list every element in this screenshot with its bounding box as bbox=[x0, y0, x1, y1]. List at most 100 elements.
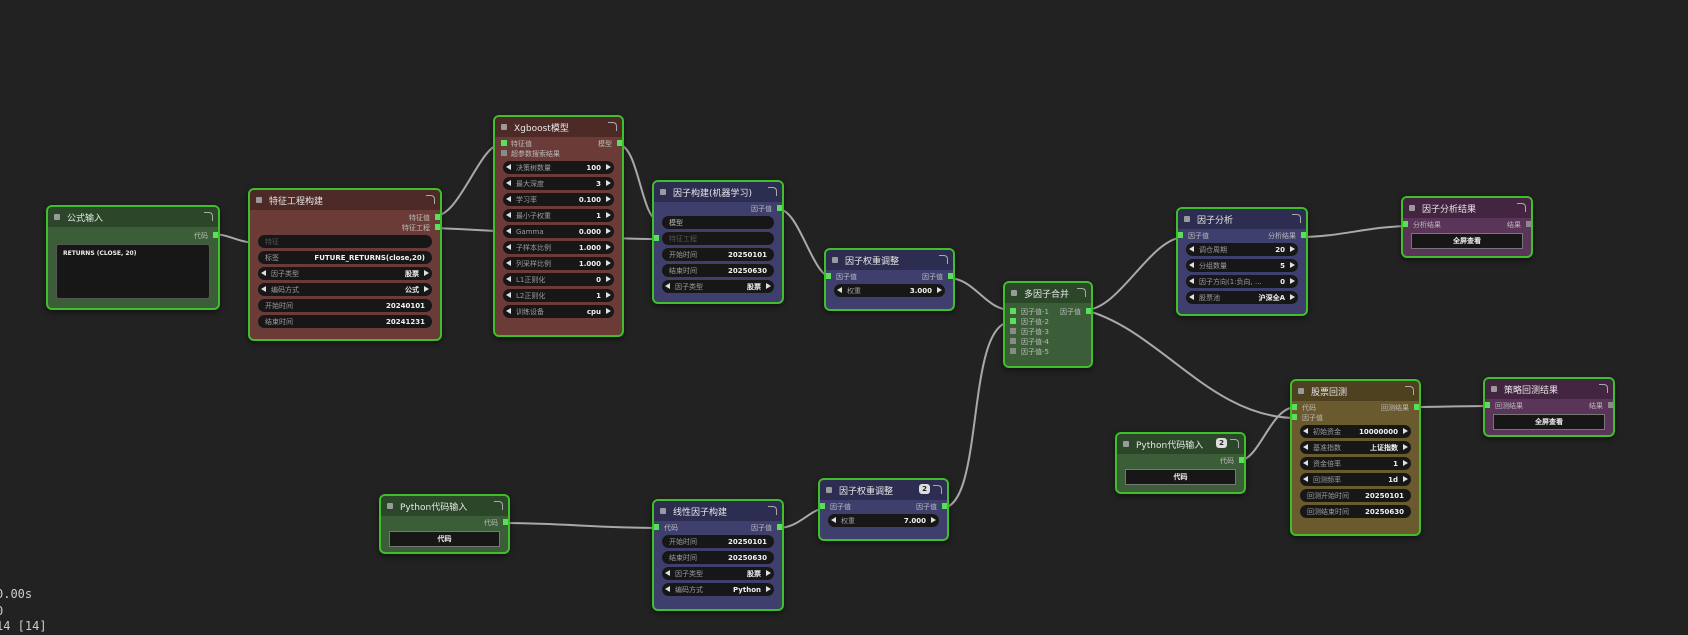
encoding-combo[interactable]: 编码方式 Python bbox=[662, 583, 774, 596]
node-title-bar[interactable]: 因子权重调整 2 bbox=[820, 480, 947, 500]
learning-rate-stepper[interactable]: 学习率 0.100 bbox=[503, 193, 614, 206]
backtest-end-field[interactable]: 回测结束时间 20250630 bbox=[1300, 505, 1411, 518]
slot-dot-icon[interactable] bbox=[501, 150, 507, 156]
rebalance-period-stepper[interactable]: 调仓周期 20 bbox=[1186, 243, 1298, 256]
node-title-bar[interactable]: Python代码输入 2 bbox=[1117, 434, 1244, 454]
node-title-bar[interactable]: 多因子合并 bbox=[1005, 283, 1091, 303]
factor-weight-node-1[interactable]: 因子权重调整 因子值 因子值 权重 3.000 bbox=[824, 248, 955, 311]
resize-corner-icon[interactable] bbox=[768, 187, 777, 196]
node-title-bar[interactable]: 线性因子构建 bbox=[654, 501, 782, 521]
label-field[interactable]: 标签 FUTURE_RETURNS(close,20) bbox=[258, 251, 432, 264]
factor-type-combo[interactable]: 因子类型 股票 bbox=[662, 280, 774, 293]
fullscreen-button[interactable]: 全屏查看 bbox=[1493, 414, 1605, 430]
factor-type-combo[interactable]: 因子类型 股票 bbox=[662, 567, 774, 580]
output-slot-feature-eng[interactable]: 特征工程 bbox=[258, 222, 440, 232]
linear-factor-node[interactable]: 线性因子构建 代码 因子值 开始时间 20250101 结束时间 20250630 因… bbox=[652, 499, 784, 611]
factor-type-combo[interactable]: 因子类型 股票 bbox=[258, 267, 432, 280]
slot-dot-icon[interactable] bbox=[1010, 308, 1016, 314]
ml-factor-node[interactable]: 因子构建(机器学习) 因子值 模型 特征工程 开始时间 20250101 结束时间… bbox=[652, 180, 784, 304]
node-title-bar[interactable]: 因子分析 bbox=[1178, 209, 1306, 229]
node-title-bar[interactable]: Python代码输入 bbox=[381, 496, 508, 516]
resize-corner-icon[interactable] bbox=[494, 501, 503, 510]
collapse-dot-icon[interactable] bbox=[387, 503, 393, 509]
io-slot-row[interactable]: 因子值 分析结果 bbox=[1178, 230, 1306, 240]
output-slot-factor[interactable]: 因子值 bbox=[662, 203, 782, 213]
node-title-bar[interactable]: 策略回测结果 bbox=[1485, 379, 1613, 399]
code-edit-button[interactable]: 代码 bbox=[1125, 469, 1236, 485]
l2-reg-stepper[interactable]: L2正则化 1 bbox=[503, 289, 614, 302]
fullscreen-button[interactable]: 全屏查看 bbox=[1411, 233, 1523, 249]
io-slot-row[interactable]: 代码 因子值 bbox=[654, 522, 782, 532]
input-slot-factor-3[interactable]: 因子值-3 bbox=[1010, 326, 1083, 336]
factor-direction-stepper[interactable]: 因子方向(1:负向, ... 0 bbox=[1186, 275, 1298, 288]
formula-input-node[interactable]: 公式输入 代码 RETURNS (CLOSE, 20) bbox=[46, 205, 220, 310]
input-slot-factor-5[interactable]: 因子值-5 bbox=[1010, 346, 1083, 356]
resize-corner-icon[interactable] bbox=[933, 485, 942, 494]
end-date-field[interactable]: 结束时间 20250630 bbox=[662, 264, 774, 277]
slot-dot-icon[interactable] bbox=[1086, 308, 1091, 314]
python-code-input-node-2[interactable]: Python代码输入 2 代码 代码 bbox=[1115, 432, 1246, 494]
io-slot-row[interactable]: 代码 回测结果 bbox=[1292, 402, 1419, 412]
slot-dot-icon[interactable] bbox=[1526, 221, 1531, 227]
slot-dot-icon[interactable] bbox=[435, 214, 440, 220]
slot-dot-icon[interactable] bbox=[942, 503, 947, 509]
max-depth-stepper[interactable]: 最大深度 3 bbox=[503, 177, 614, 190]
resize-corner-icon[interactable] bbox=[608, 122, 617, 131]
input-slot-factor-4[interactable]: 因子值-4 bbox=[1010, 336, 1083, 346]
start-date-field[interactable]: 开始时间 20250101 bbox=[662, 535, 774, 548]
node-title-bar[interactable]: 股票回测 bbox=[1292, 381, 1419, 401]
resize-corner-icon[interactable] bbox=[1077, 288, 1086, 297]
slot-dot-icon[interactable] bbox=[1292, 414, 1297, 420]
output-slot-feature-value[interactable]: 特征值 bbox=[258, 212, 440, 222]
input-slot-factor-1[interactable]: 因子值-1 因子值 bbox=[1010, 306, 1091, 316]
initial-capital-stepper[interactable]: 初始资金 10000000 bbox=[1300, 425, 1411, 438]
resize-corner-icon[interactable] bbox=[1230, 439, 1239, 448]
factor-analysis-node[interactable]: 因子分析 因子值 分析结果 调仓周期 20 分组数量 5 因子方向(1:负向, ...… bbox=[1176, 207, 1308, 316]
node-title-bar[interactable]: 公式输入 bbox=[48, 207, 218, 227]
io-slot-row[interactable]: 因子值 因子值 bbox=[826, 271, 953, 281]
input-widget-feature[interactable]: 特征 bbox=[258, 235, 432, 248]
collapse-dot-icon[interactable] bbox=[660, 189, 666, 195]
colsample-stepper[interactable]: 列采样比例 1.000 bbox=[503, 257, 614, 270]
end-date-field[interactable]: 结束时间 20241231 bbox=[258, 315, 432, 328]
collapse-dot-icon[interactable] bbox=[1491, 386, 1497, 392]
slot-dot-icon[interactable] bbox=[503, 519, 508, 525]
resize-corner-icon[interactable] bbox=[426, 195, 435, 204]
slot-dot-icon[interactable] bbox=[1010, 348, 1016, 354]
min-child-weight-stepper[interactable]: 最小子权重 1 bbox=[503, 209, 614, 222]
slot-dot-icon[interactable] bbox=[501, 140, 507, 146]
io-slot-row[interactable]: 分析结果 结果 bbox=[1403, 219, 1531, 229]
subsample-stepper[interactable]: 子样本比例 1.000 bbox=[503, 241, 614, 254]
group-count-stepper[interactable]: 分组数量 5 bbox=[1186, 259, 1298, 272]
node-title-bar[interactable]: Xgboost模型 bbox=[495, 117, 622, 137]
weight-stepper[interactable]: 权重 7.000 bbox=[828, 514, 939, 527]
code-edit-button[interactable]: 代码 bbox=[389, 531, 500, 547]
node-title-bar[interactable]: 因子权重调整 bbox=[826, 250, 953, 270]
input-widget-model[interactable]: 模型 bbox=[662, 216, 774, 229]
input-slot-factor-2[interactable]: 因子值-2 bbox=[1010, 316, 1083, 326]
stock-backtest-node[interactable]: 股票回测 代码 回测结果 因子值 初始资金 10000000 基准指数 上证指数 资金… bbox=[1290, 379, 1421, 536]
collapse-dot-icon[interactable] bbox=[256, 197, 262, 203]
python-code-input-node-1[interactable]: Python代码输入 代码 代码 bbox=[379, 494, 510, 554]
collapse-dot-icon[interactable] bbox=[660, 508, 666, 514]
device-combo[interactable]: 训练设备 cpu bbox=[503, 305, 614, 318]
slot-dot-icon[interactable] bbox=[1403, 221, 1408, 227]
slot-dot-icon[interactable] bbox=[213, 232, 218, 238]
slot-dot-icon[interactable] bbox=[820, 503, 825, 509]
slot-dot-icon[interactable] bbox=[948, 273, 953, 279]
leverage-stepper[interactable]: 资金倍率 1 bbox=[1300, 457, 1411, 470]
collapse-dot-icon[interactable] bbox=[54, 214, 60, 220]
end-date-field[interactable]: 结束时间 20250630 bbox=[662, 551, 774, 564]
input-widget-feature-eng[interactable]: 特征工程 bbox=[654, 232, 774, 245]
slot-dot-icon[interactable] bbox=[1010, 338, 1016, 344]
start-date-field[interactable]: 开始时间 20250101 bbox=[662, 248, 774, 261]
input-slot-hyperparam[interactable]: 超参数搜索结果 bbox=[501, 148, 614, 158]
backtest-start-field[interactable]: 回测开始时间 20250101 bbox=[1300, 489, 1411, 502]
slot-dot-icon[interactable] bbox=[435, 224, 440, 230]
resize-corner-icon[interactable] bbox=[1405, 386, 1414, 395]
code-textarea[interactable]: RETURNS (CLOSE, 20) bbox=[56, 244, 210, 299]
collapse-dot-icon[interactable] bbox=[1123, 441, 1129, 447]
slot-dot-icon[interactable] bbox=[1301, 232, 1306, 238]
slot-dot-icon[interactable] bbox=[654, 524, 659, 530]
collapse-dot-icon[interactable] bbox=[826, 487, 832, 493]
